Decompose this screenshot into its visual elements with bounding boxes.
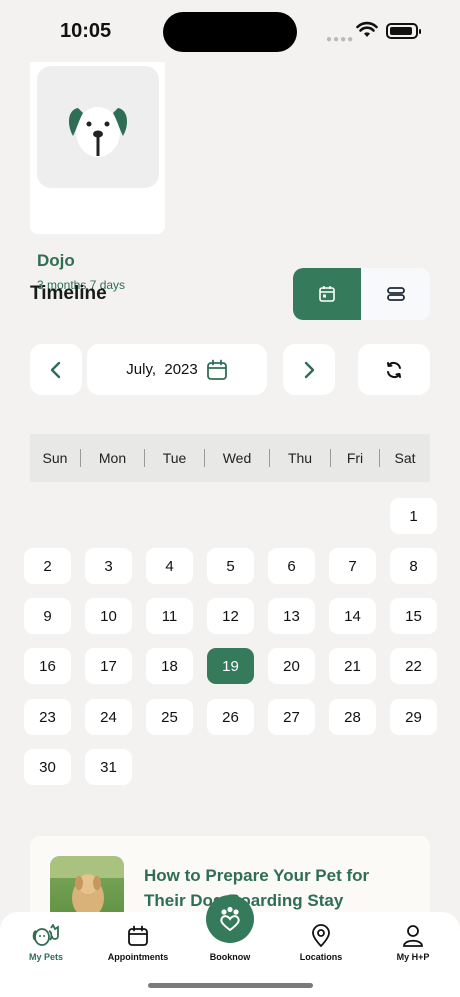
weekday-label: Sun — [42, 450, 68, 466]
tab-my-pets[interactable]: My Pets — [1, 924, 91, 962]
status-bar: 10:05 ●●●● — [0, 0, 460, 62]
refresh-button[interactable] — [358, 344, 430, 395]
weekday-label: Mon — [98, 450, 127, 466]
day-cell[interactable]: 31 — [85, 749, 132, 785]
pet-name: Dojo — [37, 251, 75, 270]
day-cell[interactable]: 11 — [146, 598, 193, 634]
pet-card[interactable]: Dojo 3 months 7 days — [30, 62, 165, 292]
day-cell[interactable]: 4 — [146, 548, 193, 584]
calendar-icon — [206, 359, 227, 380]
day-cell[interactable]: 16 — [24, 648, 71, 684]
dog-face-icon — [68, 107, 128, 157]
tab-label: Locations — [299, 952, 343, 962]
article-title: How to Prepare Your Pet for Their Dog Bo… — [144, 866, 370, 910]
next-month-button[interactable] — [283, 344, 335, 395]
tab-label: My Pets — [28, 952, 63, 962]
selected-day-cell[interactable]: 19 — [207, 648, 254, 684]
day-cell[interactable]: 30 — [24, 749, 71, 785]
timeline-title: Timeline — [30, 283, 107, 304]
refresh-icon — [387, 361, 401, 378]
tab-locations[interactable]: Locations — [276, 924, 366, 962]
tab-my-hp[interactable]: My H+P — [368, 924, 458, 962]
day-cell[interactable]: 1 — [390, 498, 437, 534]
day-cell[interactable]: 2 — [24, 548, 71, 584]
paw-heart-icon — [220, 906, 240, 932]
weekday-label: Thu — [287, 450, 313, 466]
tab-label: Appointments — [107, 952, 169, 962]
day-cell[interactable]: 26 — [207, 699, 254, 735]
day-cell[interactable]: 12 — [207, 598, 254, 634]
calendar-icon — [128, 925, 148, 946]
day-cell[interactable]: 15 — [390, 598, 437, 634]
day-cell[interactable]: 28 — [329, 699, 376, 735]
tab-booknow[interactable]: Booknow — [185, 948, 275, 962]
day-cell[interactable]: 10 — [85, 598, 132, 634]
status-time: 10:05 — [60, 20, 112, 42]
day-cell[interactable]: 7 — [329, 548, 376, 584]
pet-avatar — [37, 66, 159, 188]
day-cell[interactable]: 27 — [268, 699, 315, 735]
day-cell[interactable]: 14 — [329, 598, 376, 634]
wifi-icon — [356, 21, 378, 37]
day-cell[interactable]: 24 — [85, 699, 132, 735]
day-cell[interactable]: 6 — [268, 548, 315, 584]
list-view-button[interactable] — [361, 268, 430, 320]
day-cell[interactable]: 20 — [268, 648, 315, 684]
month-picker[interactable]: July, 2023 — [87, 344, 267, 395]
day-cell[interactable]: 29 — [390, 699, 437, 735]
weekday-label: Fri — [346, 450, 364, 466]
weekday-header: Sun Mon Tue Wed Thu Fri Sat — [30, 434, 430, 482]
prev-month-button[interactable] — [30, 344, 82, 395]
pets-icon — [32, 924, 59, 946]
home-indicator — [148, 983, 313, 988]
booknow-button[interactable] — [206, 895, 254, 943]
calendar-icon — [319, 286, 335, 302]
weekday-label: Wed — [222, 450, 252, 466]
chevron-right-icon — [304, 361, 315, 378]
location-pin-icon — [312, 924, 330, 948]
day-cell[interactable]: 8 — [390, 548, 437, 584]
day-cell[interactable]: 18 — [146, 648, 193, 684]
day-cell[interactable]: 9 — [24, 598, 71, 634]
day-cell[interactable]: 5 — [207, 548, 254, 584]
tab-label: Booknow — [209, 952, 251, 962]
day-cell[interactable]: 3 — [85, 548, 132, 584]
tab-label: My H+P — [396, 952, 430, 962]
day-cell[interactable]: 22 — [390, 648, 437, 684]
day-cell[interactable]: 13 — [268, 598, 315, 634]
tab-appointments[interactable]: Appointments — [93, 924, 183, 962]
person-icon — [403, 925, 423, 947]
day-cell[interactable]: 25 — [146, 699, 193, 735]
day-cell[interactable]: 17 — [85, 648, 132, 684]
chevron-left-icon — [50, 361, 61, 378]
battery-icon — [386, 23, 421, 39]
weekday-label: Sat — [394, 450, 416, 466]
day-cell[interactable]: 21 — [329, 648, 376, 684]
calendar-view-button[interactable] — [293, 268, 361, 320]
list-icon — [386, 287, 405, 301]
month-label: July, 2023 — [126, 361, 198, 378]
weekday-label: Tue — [162, 450, 187, 466]
day-cell[interactable]: 23 — [24, 699, 71, 735]
view-toggle — [293, 268, 430, 320]
dynamic-island — [163, 12, 297, 52]
signal-icon: ●●●● — [326, 34, 355, 45]
